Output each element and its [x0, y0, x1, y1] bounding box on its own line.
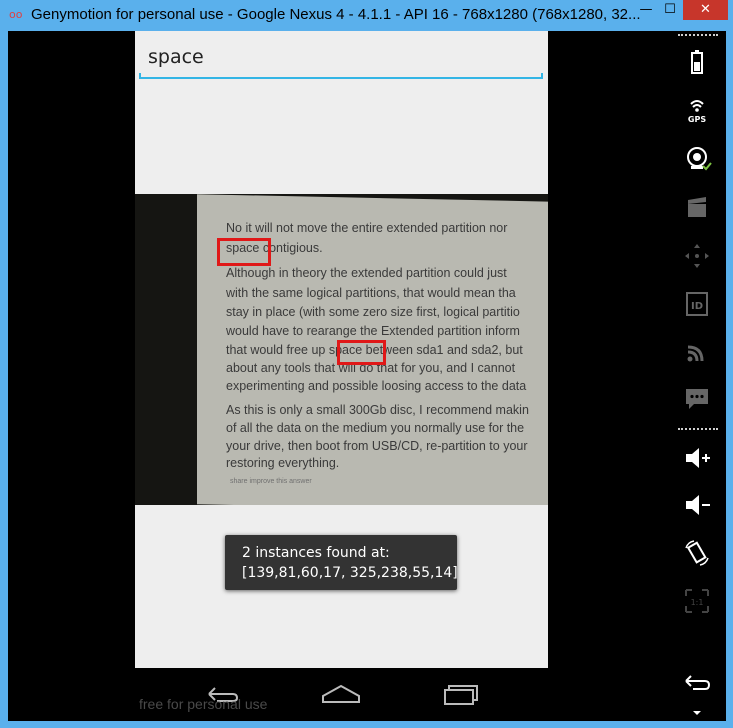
search-underline-tick-right — [541, 73, 543, 79]
scroll-down-icon[interactable] — [692, 709, 702, 717]
watermark-text: free for personal use — [139, 696, 268, 712]
webcam-icon[interactable] — [681, 142, 713, 174]
photo-text-line: your drive, then boot from USB/CD, re-pa… — [226, 439, 528, 453]
photo-text-line: stay in place (with some zero size first… — [226, 305, 520, 319]
photo-text-line: with the same logical partitions, that w… — [226, 286, 516, 300]
pixel-perfect-icon[interactable]: 1:1 — [681, 585, 713, 617]
search-input[interactable]: space — [139, 41, 543, 79]
toolbar-divider — [678, 428, 718, 430]
home-icon[interactable] — [321, 682, 361, 706]
photo-text-line: experimenting and possible loosing acces… — [226, 379, 527, 393]
maximize-button[interactable]: ☐ — [658, 0, 682, 20]
back-arrow-icon[interactable] — [681, 667, 713, 699]
volume-up-icon[interactable] — [681, 442, 713, 474]
photo-text-line: restoring everything. — [226, 456, 340, 470]
search-underline — [139, 77, 543, 79]
photo-text-line: As this is only a small 300Gb disc, I re… — [226, 403, 529, 417]
toast-line-2: [139,81,60,17, 325,238,55,14] — [242, 565, 458, 581]
toolbar-divider — [678, 34, 718, 36]
search-underline-tick-left — [139, 73, 141, 79]
device-screen: space No it will not move the entire ext… — [135, 31, 548, 668]
search-input-value: space — [148, 46, 204, 68]
volume-down-icon[interactable] — [681, 489, 713, 521]
recent-apps-icon[interactable] — [441, 682, 481, 706]
captured-photo: No it will not move the entire extended … — [135, 194, 548, 505]
sms-icon[interactable] — [681, 383, 713, 415]
toast-line-1: 2 instances found at: — [242, 545, 390, 561]
device-id-icon[interactable]: ID — [681, 288, 713, 320]
scale-label: 1:1 — [691, 598, 704, 607]
title-bar[interactable]: oo Genymotion for personal use - Google … — [0, 0, 733, 31]
battery-icon[interactable] — [681, 47, 713, 79]
genymotion-icon: oo — [9, 8, 23, 21]
photo-text-line: Although in theory the extended partitio… — [226, 266, 507, 280]
photo-text-line: would have to rearange the Extended part… — [226, 324, 520, 338]
android-nav-bar — [8, 668, 726, 721]
close-button[interactable]: ✕ — [683, 0, 728, 20]
id-label: ID — [691, 301, 703, 312]
result-toast: 2 instances found at: [139,81,60,17, 325… — [225, 535, 458, 590]
move-icon[interactable] — [681, 240, 713, 272]
emulator-window: oo Genymotion for personal use - Google … — [0, 0, 733, 728]
emulator-client: space No it will not move the entire ext… — [8, 31, 726, 721]
photo-text-line: No it will not move the entire extended … — [226, 221, 508, 235]
photo-footer-text: share improve this answer — [230, 478, 312, 485]
rotate-icon[interactable] — [681, 537, 713, 569]
gps-label: GPS — [688, 115, 706, 124]
match-highlight-box — [337, 340, 386, 365]
gps-icon[interactable]: GPS — [681, 94, 713, 126]
match-highlight-box — [217, 238, 271, 266]
window-title: Genymotion for personal use - Google Nex… — [31, 6, 641, 23]
network-icon[interactable] — [681, 336, 713, 368]
minimize-button[interactable]: — — [634, 0, 658, 20]
genymotion-toolbar: GPS ID 1:1 — [668, 31, 726, 721]
screencast-icon[interactable] — [681, 191, 713, 223]
photo-text-line: of all the data on the medium you normal… — [226, 421, 525, 435]
